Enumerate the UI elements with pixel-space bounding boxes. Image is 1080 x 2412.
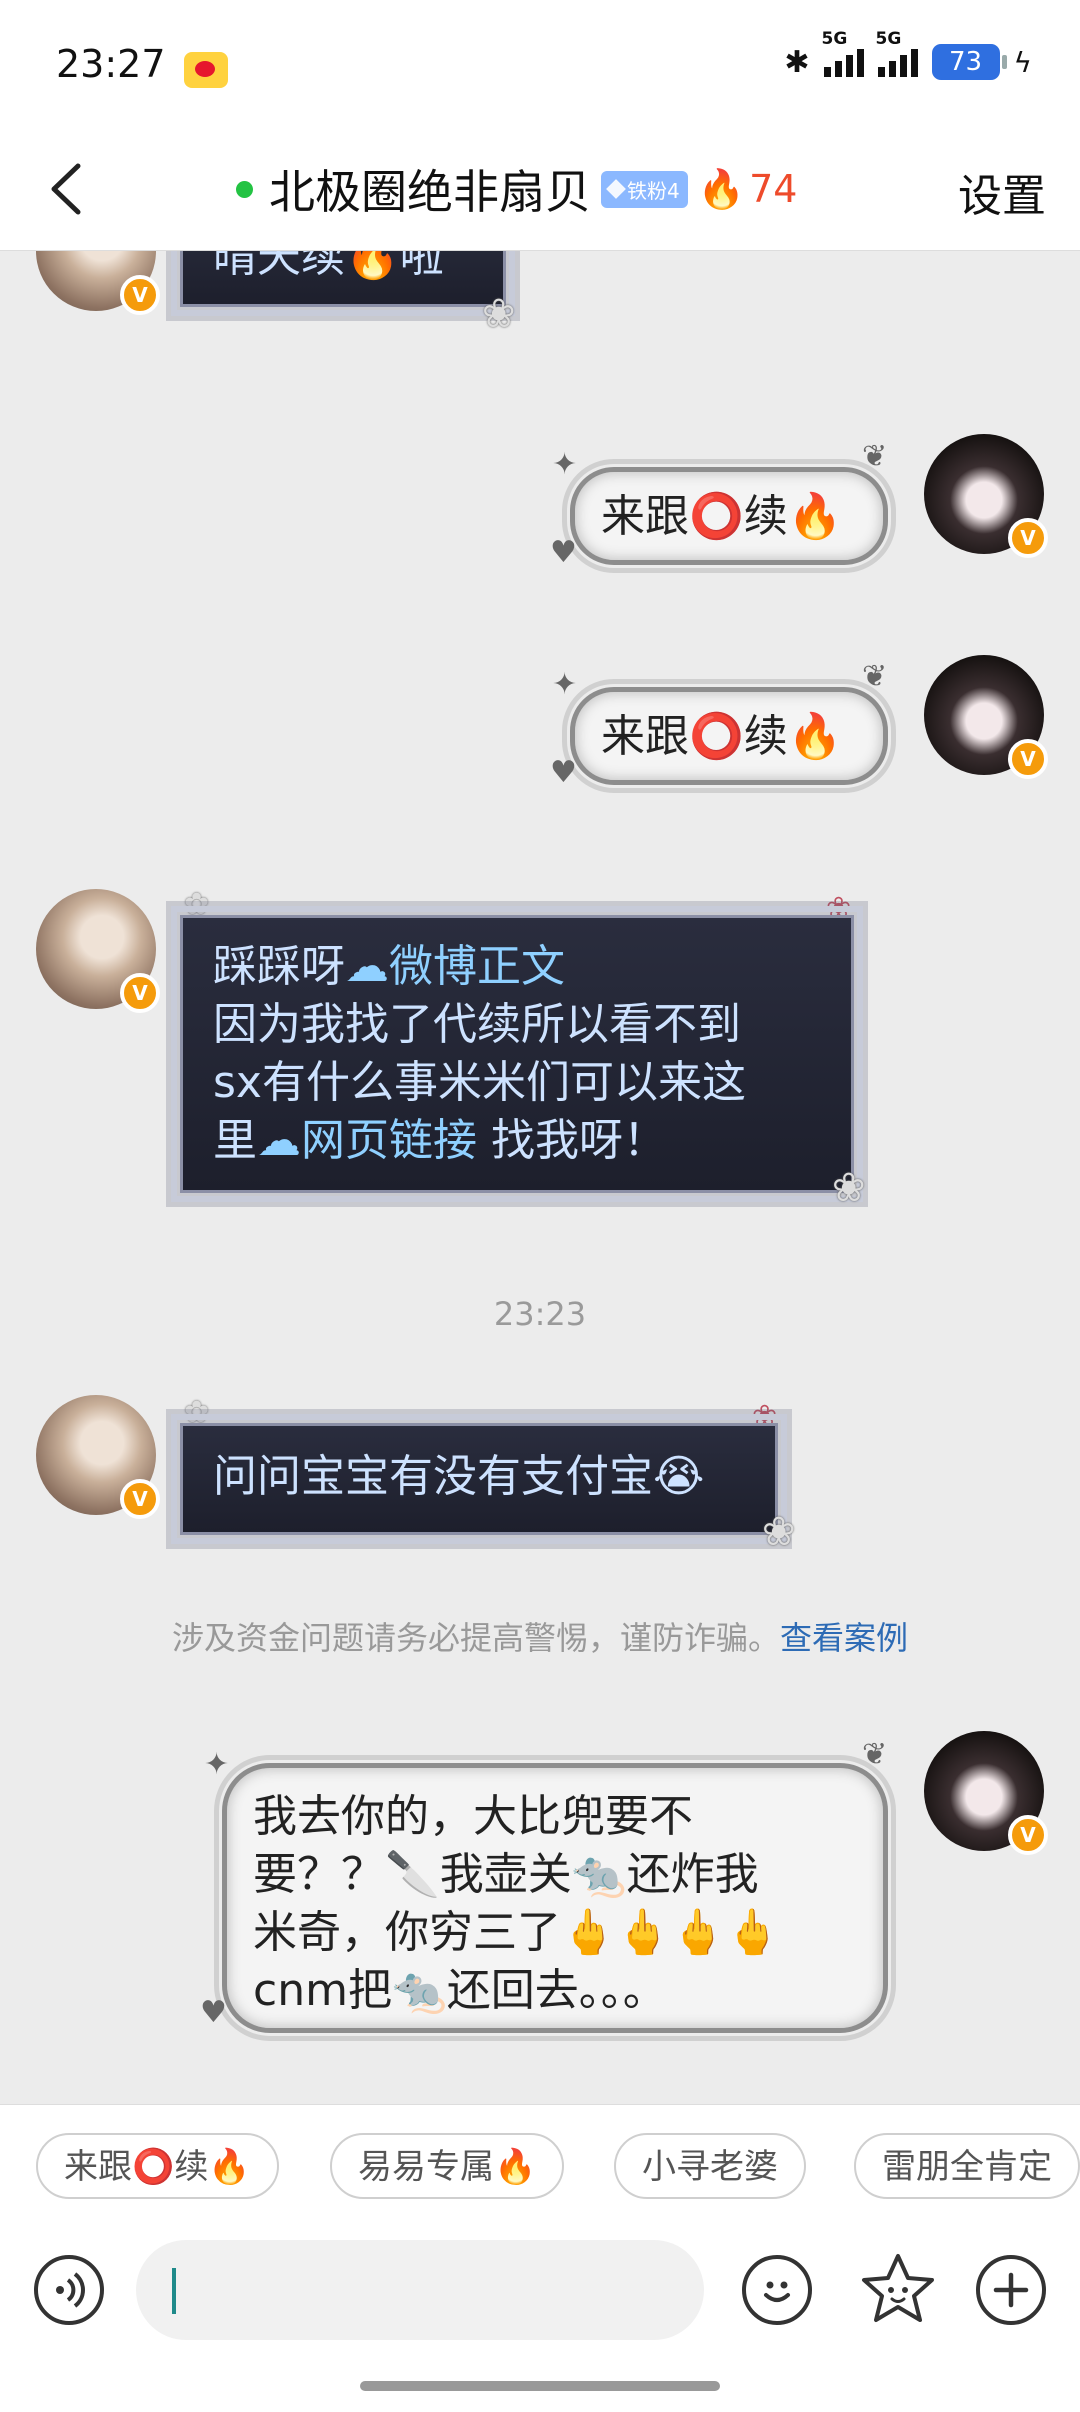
my-avatar[interactable]: V xyxy=(924,655,1048,779)
voice-icon[interactable] xyxy=(34,2255,104,2325)
online-status-dot xyxy=(236,180,253,198)
status-time: 23:27 xyxy=(56,42,166,86)
chat-title: 北极圈绝非扇贝 xyxy=(269,165,591,219)
lily-flower-icon: ❀ xyxy=(832,1165,866,1211)
my-avatar[interactable]: V xyxy=(924,434,1048,558)
signal-icon-2: 5G xyxy=(876,29,918,77)
verified-badge-icon: V xyxy=(120,1479,160,1519)
butterfly-icon: ❦ xyxy=(862,1737,888,1772)
verified-badge-icon: V xyxy=(120,973,160,1013)
heart-icon: ♥ xyxy=(550,755,577,790)
fraud-warning: 涉及资金问题请务必提高警惕，谨防诈骗。查看案例 xyxy=(0,1613,1080,1659)
fan-level-badge: 铁粉4 xyxy=(601,170,688,208)
message-line-3: sx有什么事米米们可以来这 xyxy=(213,1057,746,1108)
webpage-link[interactable]: 网页链接 xyxy=(301,1115,477,1166)
message-line-2: 因为我找了代续所以看不到 xyxy=(213,999,741,1050)
verified-badge-icon: V xyxy=(1008,1815,1048,1855)
message-line-4: 里☁网页链接 找我呀！ xyxy=(213,1112,821,1170)
cloud-link-icon: ☁ xyxy=(257,1115,301,1166)
weibo-notification-icon xyxy=(184,52,228,88)
fraud-warning-text: 涉及资金问题请务必提高警惕，谨防诈骗。 xyxy=(171,1619,780,1657)
contact-avatar[interactable]: V xyxy=(36,251,160,315)
charging-icon: ϟ xyxy=(1013,45,1032,79)
my-avatar[interactable]: V xyxy=(924,1731,1048,1855)
bluetooth-icon: ✱ xyxy=(784,44,810,80)
butterfly-icon: ❦ xyxy=(862,659,888,694)
text-caret xyxy=(172,2268,176,2314)
message-bubble-outgoing[interactable]: 来跟⭕续🔥 xyxy=(562,679,896,793)
chat-header: 北极圈绝非扇贝 铁粉4 🔥 74 设置 xyxy=(0,130,1080,251)
message-bubble-incoming[interactable]: 晴天续🔥啦 xyxy=(171,251,515,316)
message-bubble-outgoing[interactable]: 来跟⭕续🔥 xyxy=(562,459,896,573)
message-line: 米奇，你穷三了🖕🖕🖕🖕 xyxy=(253,1907,781,1958)
emoji-smile-icon[interactable] xyxy=(742,2255,812,2325)
contact-avatar[interactable]: V xyxy=(36,889,160,1013)
chat-title-group[interactable]: 北极圈绝非扇贝 铁粉4 🔥 74 xyxy=(236,154,797,224)
message-line: 我去你的，大比兜要不 xyxy=(253,1791,693,1842)
quick-reply-chip[interactable]: 雷朋全肯定 xyxy=(854,2133,1080,2199)
message-input[interactable] xyxy=(136,2240,704,2340)
sparkle-icon: ✦ xyxy=(552,447,578,482)
smile-face-icon xyxy=(764,2281,790,2302)
sticker-star-icon[interactable] xyxy=(858,2250,938,2330)
message-text: 晴天续🔥啦 xyxy=(213,251,444,282)
quick-reply-chip[interactable]: 来跟⭕续🔥 xyxy=(36,2133,279,2199)
message-line: cnm把🐀还回去。。。 xyxy=(253,1965,667,2016)
diamond-icon xyxy=(606,179,626,199)
fire-count-value: 74 xyxy=(749,167,798,211)
lily-flower-icon: ❀ xyxy=(482,291,516,337)
quick-reply-chip[interactable]: 易易专属🔥 xyxy=(330,2133,565,2199)
status-bar: 23:27 ✱ 5G 5G 73 ϟ xyxy=(0,0,1080,130)
message-list[interactable]: V 晴天续🔥啦 ❀ V ✦ ❦ 来跟⭕续🔥 ♥ V ✦ ❦ 来跟⭕续🔥 ♥ V … xyxy=(0,251,1080,2104)
message-input-bar xyxy=(0,2220,1080,2412)
plus-icon xyxy=(993,2272,1029,2308)
quick-reply-chip[interactable]: 小寻老婆 xyxy=(614,2133,806,2199)
verified-badge-icon: V xyxy=(1008,739,1048,779)
fire-icon: 🔥 xyxy=(697,166,746,211)
time-separator: 23:23 xyxy=(493,1295,587,1333)
add-plus-icon[interactable] xyxy=(976,2255,1046,2325)
heart-icon: ♥ xyxy=(200,1995,227,2030)
message-line-1: 踩踩呀☁微博正文 xyxy=(213,938,821,996)
verified-badge-icon: V xyxy=(1008,518,1048,558)
fire-streak: 🔥 74 xyxy=(698,167,798,212)
message-bubble-incoming[interactable]: 踩踩呀☁微博正文 因为我找了代续所以看不到 sx有什么事米米们可以来这 里☁网页… xyxy=(171,906,863,1202)
message-bubble-incoming[interactable]: 问问宝宝有没有支付宝😭 xyxy=(171,1414,787,1544)
settings-button[interactable]: 设置 xyxy=(958,160,1046,224)
heart-icon: ♥ xyxy=(550,535,577,570)
fan-badge-label: 铁粉4 xyxy=(627,178,680,203)
verified-badge-icon: V xyxy=(120,275,160,315)
sparkle-icon: ✦ xyxy=(204,1747,230,1782)
message-text: 踩踩呀 xyxy=(213,941,345,992)
contact-avatar[interactable]: V xyxy=(36,1395,160,1519)
message-bubble-outgoing[interactable]: 我去你的，大比兜要不 要？？🔪我壶关🐀还炸我 米奇，你穷三了🖕🖕🖕🖕 cnm把🐀… xyxy=(214,1755,896,2041)
message-text: 找我呀！ xyxy=(477,1115,667,1166)
status-icons: ✱ 5G 5G 73 ϟ xyxy=(784,29,1032,80)
message-text: 来跟⭕续🔥 xyxy=(601,491,843,542)
quick-reply-bar[interactable]: 来跟⭕续🔥 易易专属🔥 小寻老婆 雷朋全肯定 xyxy=(0,2104,1080,2221)
message-text: 问问宝宝有没有支付宝😭 xyxy=(213,1451,705,1502)
message-line: 要？？🔪我壶关🐀还炸我 xyxy=(253,1849,759,1900)
cloud-link-icon: ☁ xyxy=(345,941,389,992)
message-text: 里 xyxy=(213,1115,257,1166)
voice-waves-icon xyxy=(56,2272,85,2308)
weibo-post-link[interactable]: 微博正文 xyxy=(389,941,565,992)
lily-flower-icon: ❀ xyxy=(762,1509,796,1555)
sparkle-icon: ✦ xyxy=(552,667,578,702)
message-text: 来跟⭕续🔥 xyxy=(601,711,843,762)
battery-icon: 73 xyxy=(931,44,1007,80)
signal-icon-1: 5G xyxy=(822,29,864,77)
view-cases-link[interactable]: 查看案例 xyxy=(780,1619,908,1657)
back-chevron-left-icon[interactable] xyxy=(34,154,104,224)
home-indicator[interactable] xyxy=(360,2381,720,2391)
butterfly-icon: ❦ xyxy=(862,439,888,474)
